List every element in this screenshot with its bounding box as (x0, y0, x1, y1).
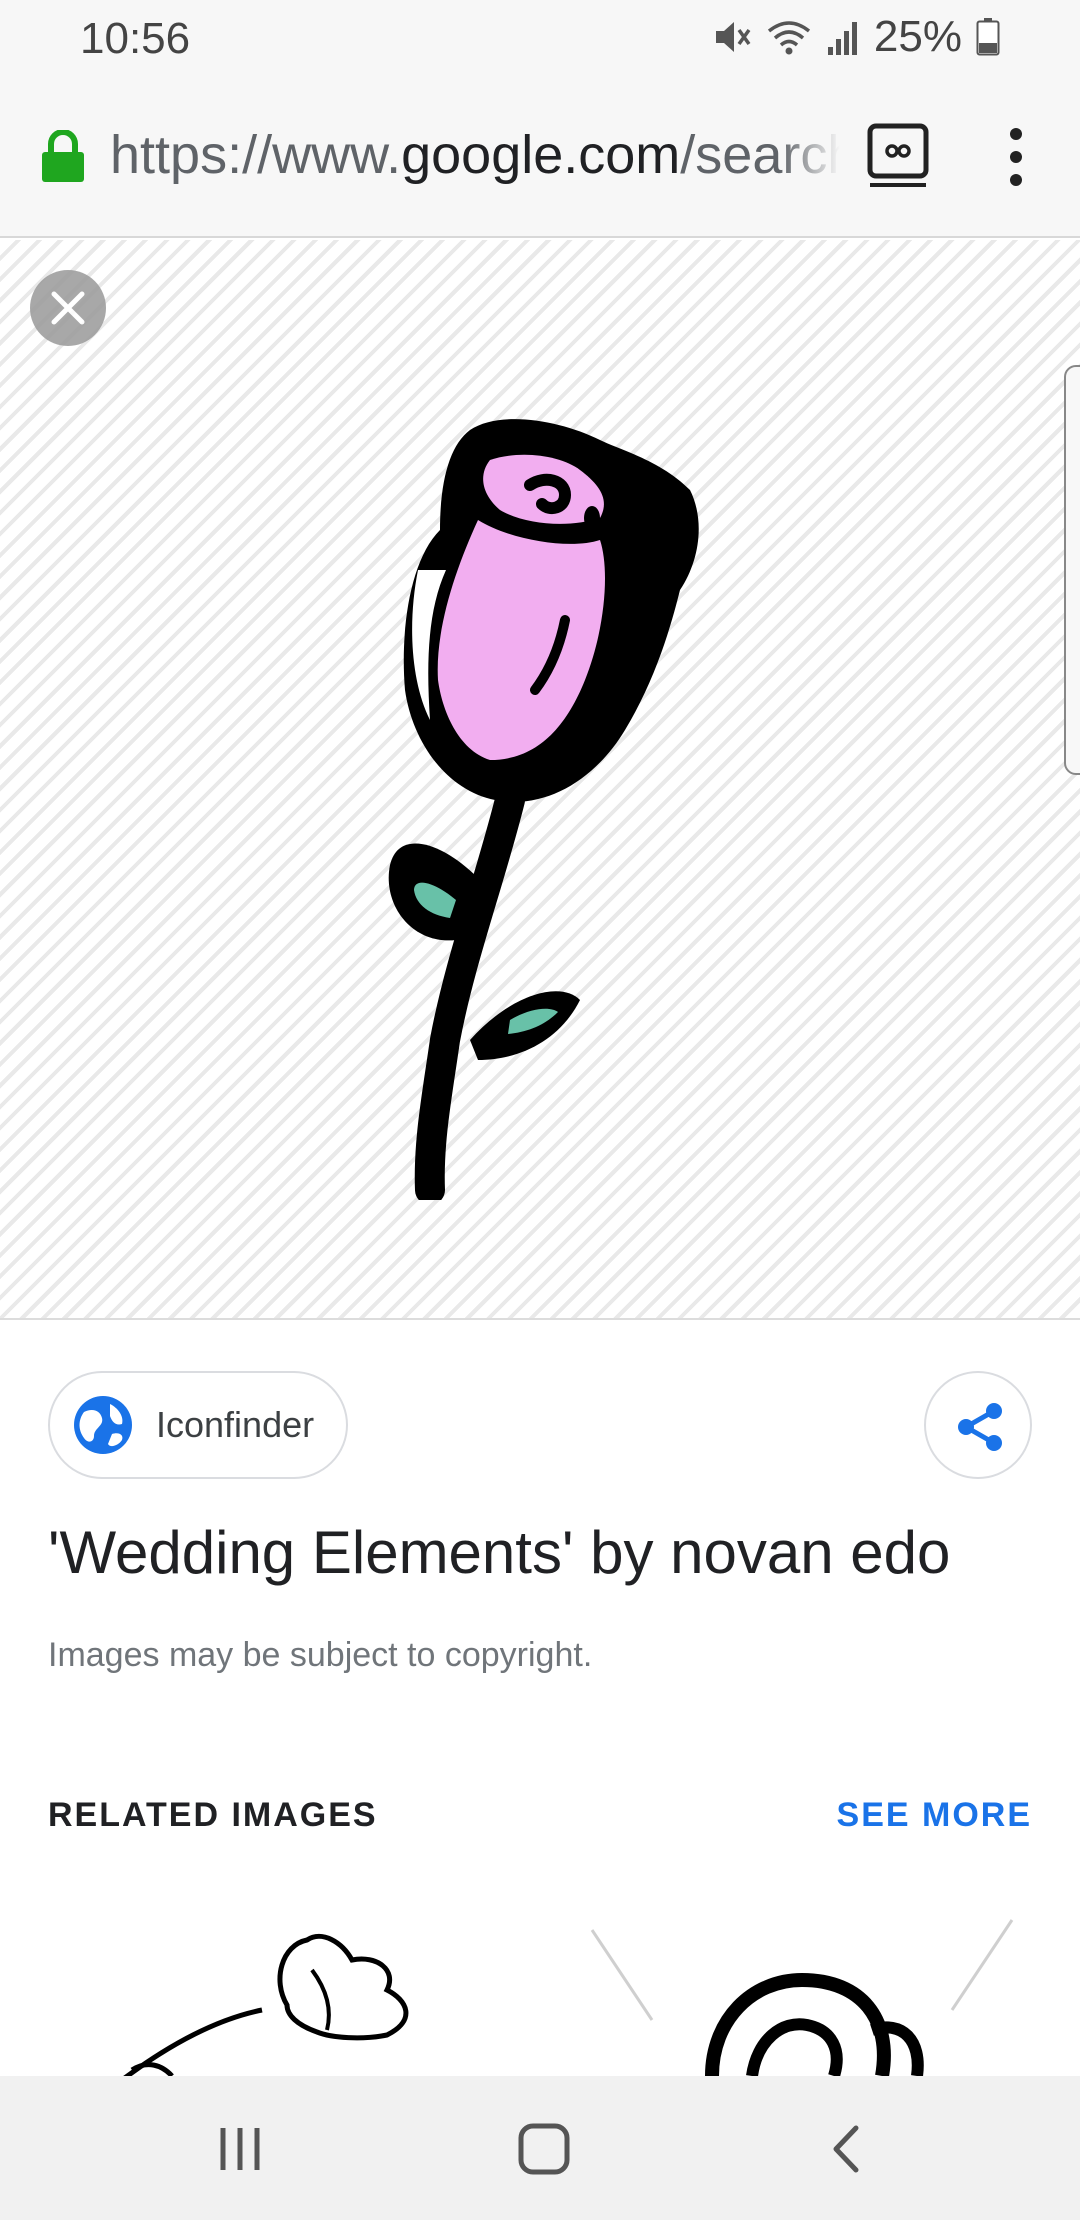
url-prefix: https://www. (110, 125, 402, 185)
recents-icon[interactable] (215, 2124, 265, 2174)
rose-image (388, 419, 699, 1200)
related-images-heading: RELATED IMAGES (48, 1796, 378, 1834)
home-icon[interactable] (517, 2122, 571, 2176)
related-image-1[interactable] (32, 1900, 522, 2076)
back-icon[interactable] (826, 2124, 866, 2174)
url-fade (780, 120, 840, 190)
signal-icon (827, 22, 857, 55)
source-name: Iconfinder (156, 1404, 315, 1445)
globe-icon (74, 1396, 132, 1454)
system-nav-bar (0, 2076, 1080, 2220)
overflow-menu-icon[interactable] (1002, 124, 1030, 190)
status-time: 10:56 (80, 14, 191, 63)
battery-percent: 25% (873, 12, 962, 61)
battery-icon (976, 18, 1000, 56)
status-icons: 25% (712, 12, 1000, 62)
side-panel-handle[interactable] (1064, 365, 1080, 775)
tab-switcher-icon[interactable] (866, 122, 932, 188)
image-title: 'Wedding Elements' by novan edo (48, 1519, 951, 1586)
see-more-link[interactable]: SEE MORE (837, 1796, 1032, 1835)
related-image-2[interactable] (572, 1900, 1048, 2076)
wifi-icon (767, 21, 811, 55)
close-button[interactable] (30, 270, 106, 346)
share-button[interactable] (924, 1371, 1032, 1479)
status-bar: 10:56 25% (0, 0, 1080, 74)
mute-icon (715, 22, 751, 52)
browser-toolbar: https://www.google.com/search (0, 74, 1080, 238)
close-icon (51, 291, 85, 325)
copyright-note: Images may be subject to copyright. (48, 1636, 593, 1674)
lock-icon (42, 130, 84, 182)
image-preview[interactable] (0, 240, 1080, 1320)
url-domain: google.com (401, 125, 681, 185)
source-chip[interactable]: Iconfinder (48, 1371, 348, 1479)
url-field[interactable]: https://www.google.com/search (110, 120, 840, 190)
share-icon (958, 1403, 1002, 1451)
